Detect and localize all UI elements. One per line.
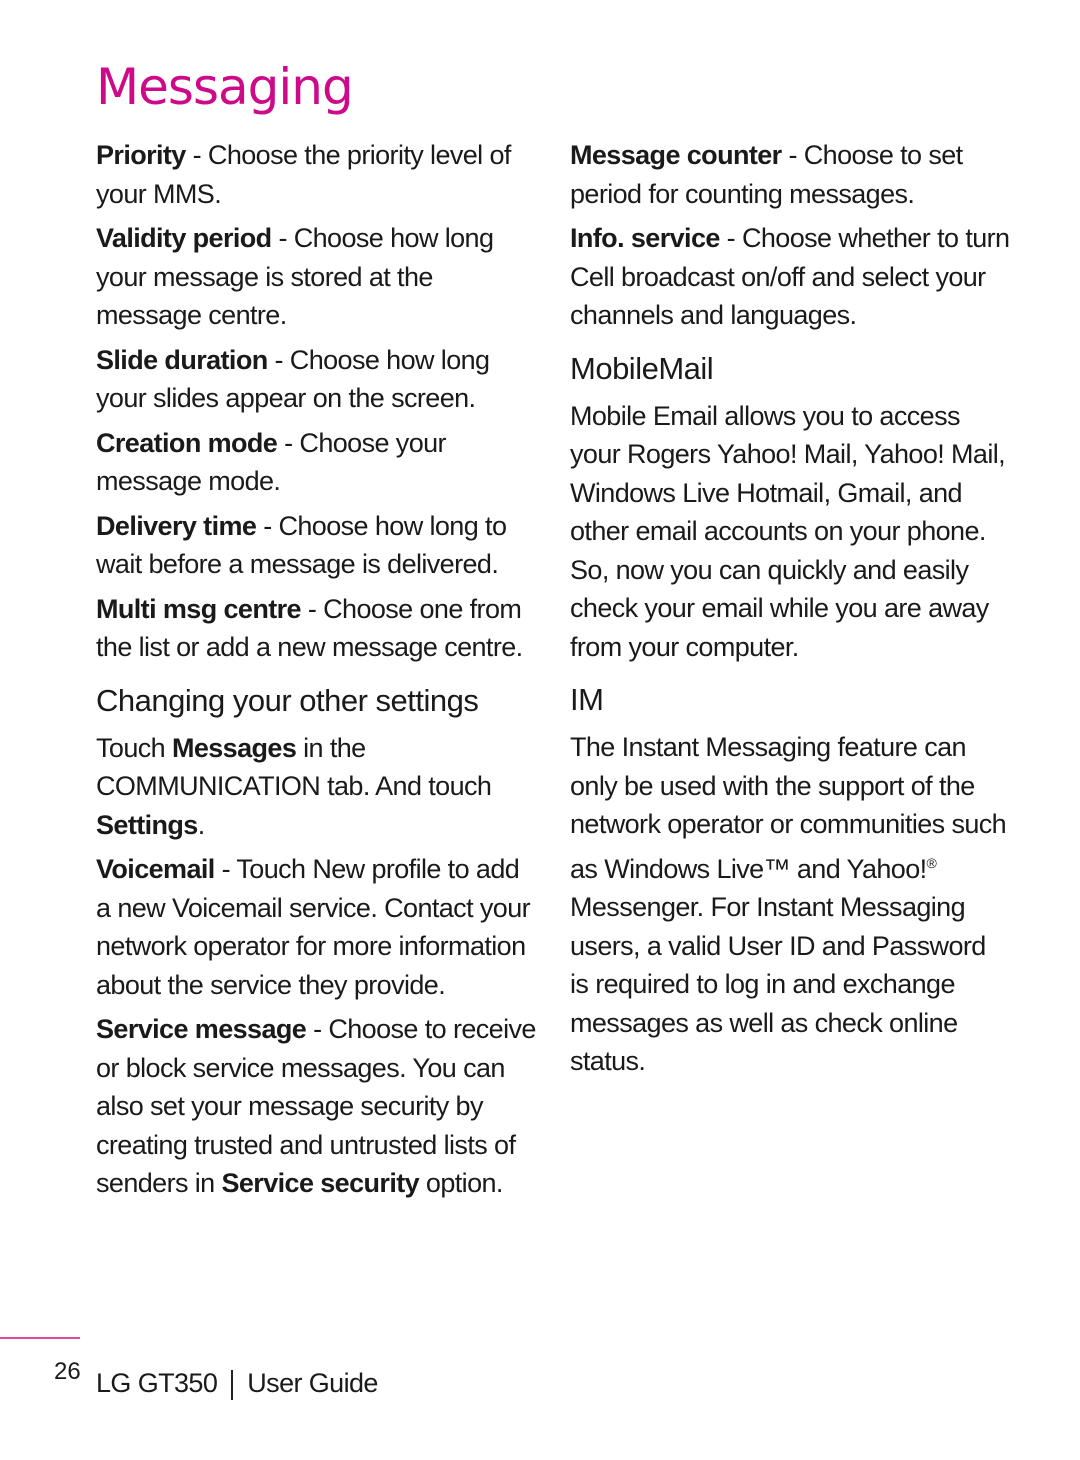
footer-separator	[231, 1369, 234, 1400]
setting-multi-msg-centre: Multi msg centre - Choose one from the l…	[96, 590, 536, 667]
term: Settings	[96, 809, 198, 840]
text: Touch	[96, 732, 172, 763]
setting-delivery-time: Delivery time - Choose how long to wait …	[96, 507, 536, 584]
term: Delivery time	[96, 510, 257, 541]
page-number: 26	[54, 1358, 81, 1385]
section-heading-im: IM	[570, 682, 604, 717]
setting-service-message: Service message - Choose to receive or b…	[96, 1010, 536, 1203]
footer: LG GT350 User Guide	[96, 1368, 378, 1400]
term: Service message	[96, 1014, 307, 1044]
setting-slide-duration: Slide duration - Choose how long your sl…	[96, 341, 536, 418]
section-heading-mobilemail: MobileMail	[570, 350, 714, 386]
text: Messenger. For Instant Messaging users, …	[570, 892, 986, 1076]
term: Validity period	[96, 223, 272, 253]
term: Messages	[171, 732, 297, 763]
footer-divider	[0, 1337, 80, 1339]
footer-product: LG GT350	[96, 1368, 218, 1398]
setting-info-service: Info. service - Choose whether to turn C…	[570, 219, 1010, 335]
text: .	[197, 809, 205, 840]
im-text: The Instant Messaging feature can only b…	[570, 728, 1010, 1081]
right-column: Message counter - Choose to set period f…	[570, 136, 1010, 1087]
term: Message counter	[570, 140, 782, 170]
setting-message-counter: Message counter - Choose to set period f…	[570, 136, 1010, 213]
setting-creation-mode: Creation mode - Choose your message mode…	[96, 424, 536, 501]
term: Priority	[96, 140, 186, 170]
term: Voicemail	[96, 854, 215, 884]
term: Creation mode	[96, 427, 278, 458]
mobilemail-text: Mobile Email allows you to access your R…	[570, 400, 1006, 662]
text: The Instant Messaging feature can only b…	[570, 732, 1007, 884]
section-heading-other-settings: Changing your other settings	[96, 682, 479, 718]
desc: option.	[419, 1168, 503, 1198]
registered-mark: ®	[926, 854, 937, 871]
setting-priority: Priority - Choose the priority level of …	[96, 136, 536, 213]
term: Multi msg centre	[96, 593, 302, 624]
left-column: Priority - Choose the priority level of …	[96, 136, 536, 1209]
setting-voicemail: Voicemail - Touch New profile to add a n…	[96, 850, 536, 1004]
setting-validity-period: Validity period - Choose how long your m…	[96, 219, 536, 335]
settings-intro: Touch Messages in the COMMUNICATION tab.…	[96, 729, 536, 845]
term: Info. service	[570, 223, 720, 253]
page-title: Messaging	[96, 58, 354, 116]
footer-guide: User Guide	[247, 1368, 378, 1398]
term: Slide duration	[96, 344, 268, 375]
term: Service security	[221, 1168, 420, 1198]
